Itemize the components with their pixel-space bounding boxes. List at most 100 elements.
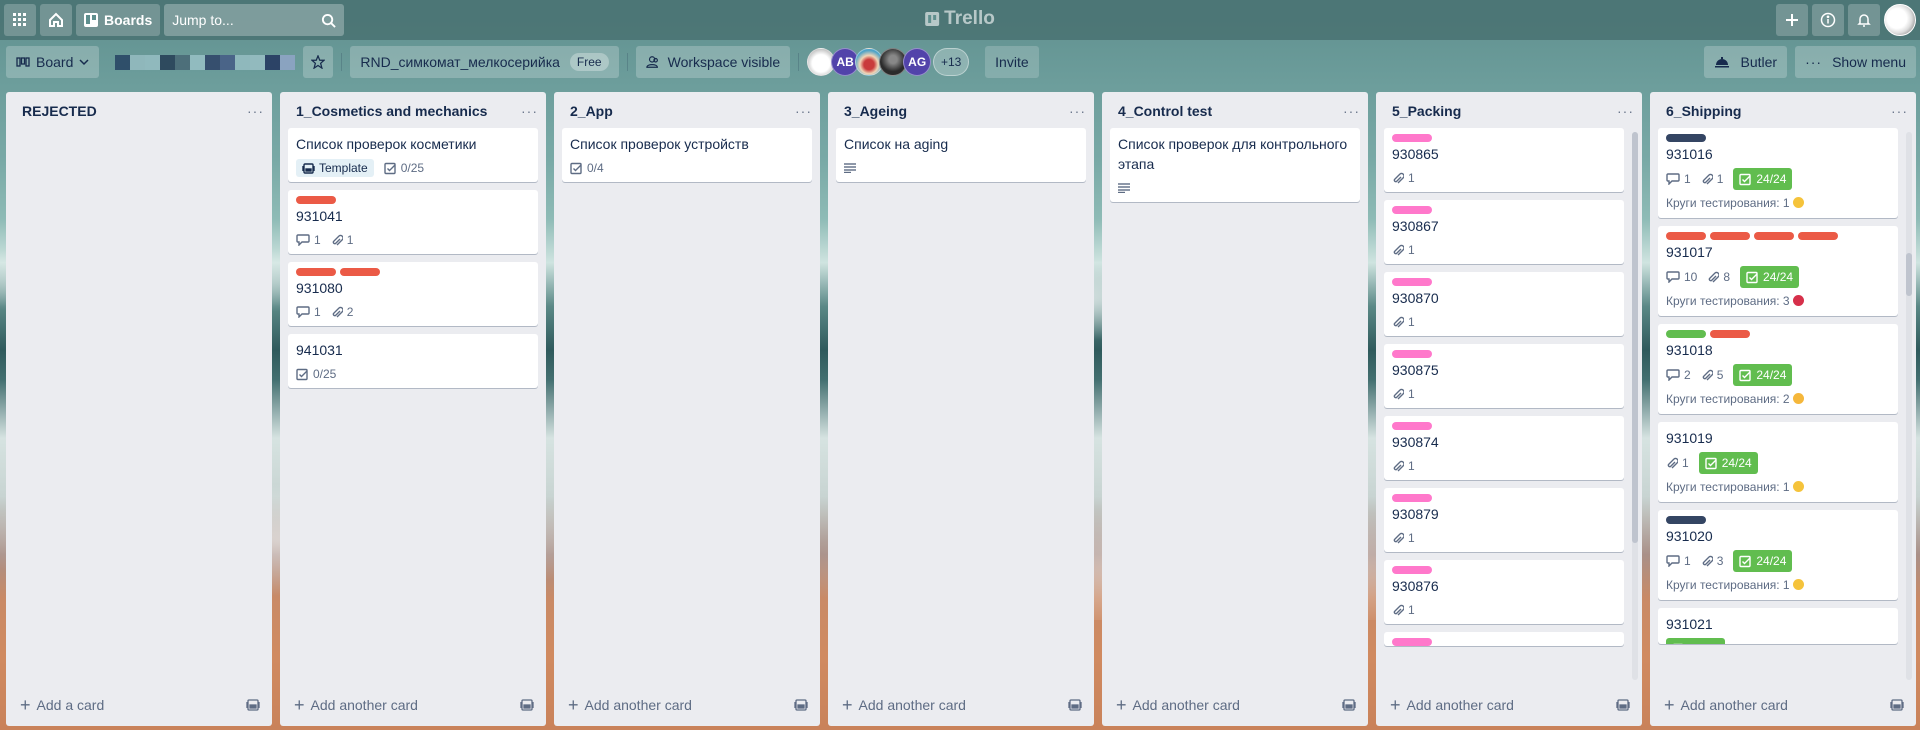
add-card-button[interactable]: + Add another card xyxy=(568,696,692,714)
more-members-button[interactable]: +13 xyxy=(933,48,970,76)
card[interactable]: 931080 1 2 xyxy=(288,262,538,326)
member-avatar[interactable]: AG xyxy=(903,48,932,76)
board-name-button[interactable]: RND_симкомат_мелкосерийка Free xyxy=(350,46,619,78)
add-card-button[interactable]: + Add another card xyxy=(1116,696,1240,714)
list-scrollbar[interactable] xyxy=(1906,132,1912,680)
board-view-switcher[interactable]: Board xyxy=(6,46,100,78)
add-card-button[interactable]: + Add another card xyxy=(1664,696,1788,714)
label-pink[interactable] xyxy=(1392,134,1432,142)
label-red[interactable] xyxy=(1710,330,1750,338)
list-header[interactable]: 4_Control test ··· xyxy=(1102,92,1368,128)
label-red[interactable] xyxy=(1710,232,1750,240)
list-header[interactable]: 1_Cosmetics and mechanics ··· xyxy=(280,92,546,128)
list-title[interactable]: 4_Control test xyxy=(1118,103,1212,119)
label-red[interactable] xyxy=(296,268,336,276)
label-red[interactable] xyxy=(1754,232,1794,240)
card[interactable]: 930870 1 xyxy=(1384,272,1624,336)
card[interactable]: Список проверок для контрольного этапа xyxy=(1110,128,1360,202)
show-menu-label: Show menu xyxy=(1832,54,1906,70)
card[interactable]: 931021 24/24 xyxy=(1658,608,1898,644)
card[interactable]: Список проверок косметики Template 0/25 xyxy=(288,128,538,182)
label-pink[interactable] xyxy=(1392,494,1432,502)
add-card-button[interactable]: + Add another card xyxy=(1390,696,1514,714)
star-board-button[interactable] xyxy=(303,46,334,78)
card[interactable]: 930865 1 xyxy=(1384,128,1624,192)
label-navy[interactable] xyxy=(1666,516,1706,524)
label-red[interactable] xyxy=(296,196,336,204)
list-title[interactable]: 5_Packing xyxy=(1392,103,1461,119)
card[interactable]: Список на aging xyxy=(836,128,1086,182)
card[interactable]: 930876 1 xyxy=(1384,560,1624,624)
list-header[interactable]: 3_Ageing ··· xyxy=(828,92,1094,128)
list-menu-icon[interactable]: ··· xyxy=(1617,103,1634,119)
list-title[interactable]: 6_Shipping xyxy=(1666,103,1741,119)
create-from-template-icon[interactable] xyxy=(246,698,260,712)
info-button[interactable] xyxy=(1812,4,1844,36)
label-red[interactable] xyxy=(1666,232,1706,240)
add-card-button[interactable]: + Add another card xyxy=(294,696,418,714)
label-green[interactable] xyxy=(1666,330,1706,338)
card[interactable]: 931018 2 5 24/24 Круги тестирования: 2 xyxy=(1658,324,1898,414)
card[interactable] xyxy=(1384,632,1624,646)
butler-button[interactable]: Butler xyxy=(1704,46,1788,78)
card[interactable]: 930879 1 xyxy=(1384,488,1624,552)
list-menu-icon[interactable]: ··· xyxy=(1343,103,1360,119)
card[interactable]: 930867 1 xyxy=(1384,200,1624,264)
create-from-template-icon[interactable] xyxy=(1616,698,1630,712)
list-scrollbar[interactable] xyxy=(1632,132,1638,680)
card[interactable]: 930875 1 xyxy=(1384,344,1624,408)
list-title[interactable]: 1_Cosmetics and mechanics xyxy=(296,103,487,119)
label-pink[interactable] xyxy=(1392,206,1432,214)
home-button[interactable] xyxy=(40,4,72,36)
list-header[interactable]: 6_Shipping ··· xyxy=(1650,92,1916,128)
list-menu-icon[interactable]: ··· xyxy=(1891,103,1908,119)
card[interactable]: 931041 1 1 xyxy=(288,190,538,254)
list-header[interactable]: 5_Packing ··· xyxy=(1376,92,1642,128)
create-from-template-icon[interactable] xyxy=(520,698,534,712)
add-card-button[interactable]: + Add another card xyxy=(842,696,966,714)
card[interactable]: Список проверок устройств 0/4 xyxy=(562,128,812,182)
boards-button[interactable]: Boards xyxy=(76,4,161,36)
label-pink[interactable] xyxy=(1392,566,1432,574)
list-menu-icon[interactable]: ··· xyxy=(521,103,538,119)
list-title[interactable]: 2_App xyxy=(570,103,613,119)
list-title[interactable]: REJECTED xyxy=(22,103,97,119)
visibility-button[interactable]: Workspace visible xyxy=(635,46,791,78)
create-from-template-icon[interactable] xyxy=(794,698,808,712)
scrollbar-thumb[interactable] xyxy=(1906,252,1912,297)
trello-logo[interactable]: Trello xyxy=(925,8,995,30)
list-menu-icon[interactable]: ··· xyxy=(247,103,264,119)
scrollbar-thumb[interactable] xyxy=(1632,132,1638,543)
label-pink[interactable] xyxy=(1392,638,1432,646)
label-red[interactable] xyxy=(340,268,380,276)
label-pink[interactable] xyxy=(1392,422,1432,430)
list-header[interactable]: 2_App ··· xyxy=(554,92,820,128)
create-from-template-icon[interactable] xyxy=(1342,698,1356,712)
user-avatar[interactable] xyxy=(1884,4,1916,36)
search-input[interactable]: Jump to... xyxy=(164,4,345,36)
label-pink[interactable] xyxy=(1392,350,1432,358)
show-menu-button[interactable]: ··· Show menu xyxy=(1795,46,1916,78)
card[interactable]: 930874 1 xyxy=(1384,416,1624,480)
label-pink[interactable] xyxy=(1392,278,1432,286)
invite-button[interactable]: Invite xyxy=(985,46,1039,78)
add-card-button[interactable]: + Add a card xyxy=(20,696,104,714)
card[interactable]: 931019 1 24/24 Круги тестирования: 1 xyxy=(1658,422,1898,502)
board-title-pixelated[interactable] xyxy=(115,54,296,70)
list-menu-icon[interactable]: ··· xyxy=(1069,103,1086,119)
card[interactable]: 941031 0/25 xyxy=(288,334,538,388)
label-red[interactable] xyxy=(1798,232,1838,240)
list-header[interactable]: REJECTED ··· xyxy=(6,92,272,128)
list-title[interactable]: 3_Ageing xyxy=(844,103,907,119)
card[interactable]: 931016 1 1 24/24 Круги тестирования: 1 xyxy=(1658,128,1898,218)
card[interactable]: 931020 1 3 24/24 Круги тестирования: 1 xyxy=(1658,510,1898,600)
card[interactable]: 931017 10 8 24/24 Круги тестирования: 3 xyxy=(1658,226,1898,316)
create-from-template-icon[interactable] xyxy=(1068,698,1082,712)
checklist-complete-badge: 24/24 xyxy=(1666,638,1726,644)
label-navy[interactable] xyxy=(1666,134,1706,142)
notifications-button[interactable] xyxy=(1848,4,1880,36)
list-menu-icon[interactable]: ··· xyxy=(795,103,812,119)
create-from-template-icon[interactable] xyxy=(1890,698,1904,712)
apps-button[interactable] xyxy=(4,4,36,36)
create-button[interactable] xyxy=(1776,4,1808,36)
